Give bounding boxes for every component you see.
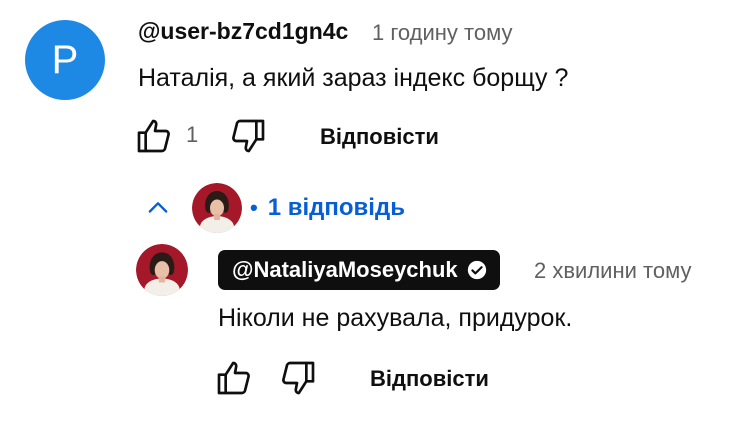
replies-toggle[interactable]: • 1 відповідь — [140, 180, 440, 236]
replier-avatar[interactable] — [136, 244, 188, 296]
comment-author[interactable]: @user-bz7cd1gn4c — [138, 18, 348, 45]
chevron-up-icon — [140, 190, 176, 226]
thumb-down-icon — [282, 361, 315, 395]
comment-timestamp[interactable]: 1 годину тому — [372, 20, 512, 46]
like-button[interactable] — [132, 116, 176, 156]
thumb-down-icon — [232, 119, 265, 153]
like-count: 1 — [186, 122, 199, 147]
reply-reply-button[interactable]: Відповісти — [370, 366, 489, 392]
verified-check-icon — [466, 259, 488, 281]
replies-count-label: 1 відповідь — [267, 194, 405, 221]
toggle-dot: • — [250, 195, 258, 220]
comment-text: Наталія, а який зараз індекс борщу ? — [138, 64, 569, 92]
reply-text: Ніколи не рахувала, придурок. — [218, 304, 573, 332]
reply-dislike-button[interactable] — [276, 358, 320, 398]
avatar-letter: P — [51, 37, 79, 82]
thumb-up-icon — [137, 119, 170, 153]
reply-author-chip[interactable]: @NataliyaMoseychuk — [218, 250, 500, 290]
reply-timestamp[interactable]: 2 хвилини тому — [534, 258, 691, 284]
thumb-up-icon — [217, 361, 250, 395]
commenter-avatar[interactable]: P — [25, 20, 105, 100]
reply-button[interactable]: Відповісти — [320, 124, 439, 150]
reply-author: @NataliyaMoseychuk — [232, 257, 458, 282]
replier-avatar-thumbnail — [192, 183, 242, 233]
reply-like-button[interactable] — [212, 358, 256, 398]
dislike-button[interactable] — [226, 116, 270, 156]
